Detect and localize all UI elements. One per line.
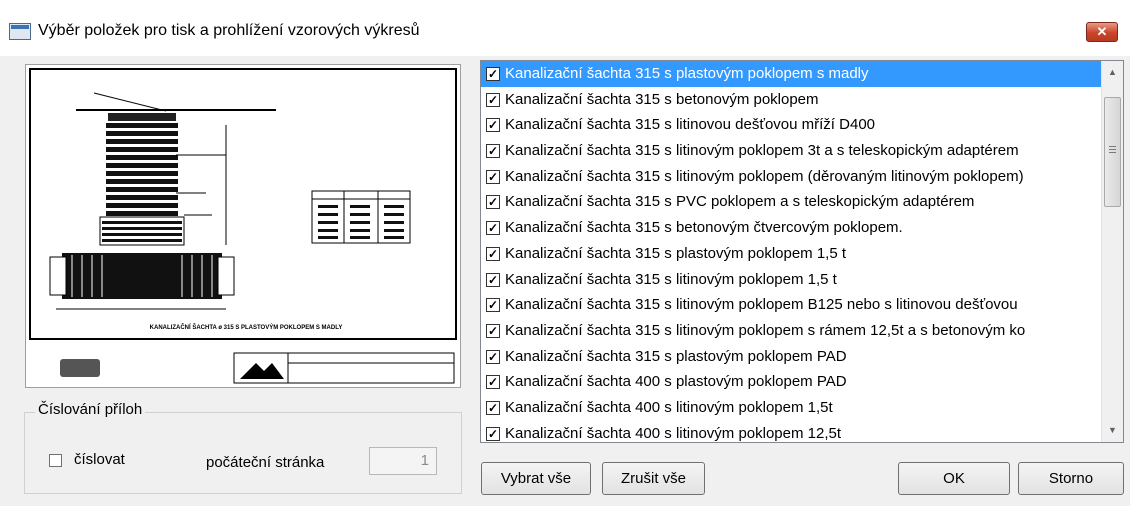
cancel-button[interactable]: Storno bbox=[1018, 462, 1124, 495]
start-page-label: počáteční stránka bbox=[206, 454, 325, 471]
start-page-input[interactable]: 1 bbox=[369, 447, 437, 475]
list-item-label: Kanalizační šachta 400 s litinovým poklo… bbox=[505, 424, 842, 442]
item-checkbox[interactable]: ✓ bbox=[486, 375, 500, 390]
list-item-label: Kanalizační šachta 315 s litinovým poklo… bbox=[505, 167, 1024, 185]
list-item[interactable]: ✓ Kanalizační šachta 315 s litinovým pokl… bbox=[481, 292, 1102, 318]
item-checkbox[interactable]: ✓ bbox=[486, 400, 500, 415]
numbering-group-label: Číslování příloh bbox=[35, 401, 146, 418]
list-item[interactable]: ✓ Kanalizační šachta 400 s litinovým pokl… bbox=[481, 421, 1102, 442]
list-item[interactable]: ✓ Kanalizační šachta 400 s plastovým pokl… bbox=[481, 369, 1102, 395]
deselect-all-button[interactable]: Zrušit vše bbox=[602, 462, 705, 495]
list-item-label: Kanalizační šachta 315 s plastovým poklo… bbox=[505, 244, 847, 262]
list-item[interactable]: ✓ Kanalizační šachta 315 s litinovým pokl… bbox=[481, 138, 1102, 164]
item-checkbox[interactable]: ✓ bbox=[486, 144, 500, 159]
list-item-label: Kanalizační šachta 315 s plastovým poklo… bbox=[505, 65, 869, 82]
list-item-label: Kanalizační šachta 400 s litinovým poklo… bbox=[505, 398, 833, 416]
list-item[interactable]: ✓ Kanalizační šachta 315 s PVC poklopem a… bbox=[481, 189, 1102, 215]
list-item-label: Kanalizační šachta 315 s litinovým poklo… bbox=[505, 296, 1018, 314]
list-item[interactable]: ✓ Kanalizační šachta 315 s litinovým pokl… bbox=[481, 164, 1102, 190]
item-checkbox[interactable]: ✓ bbox=[486, 246, 500, 261]
item-checkbox[interactable]: ✓ bbox=[486, 67, 500, 81]
item-checkbox[interactable]: ✓ bbox=[486, 323, 500, 338]
number-checkbox-label: číslovat bbox=[74, 451, 125, 468]
item-checkbox[interactable]: ✓ bbox=[486, 92, 500, 107]
list-item[interactable]: ✓ Kanalizační šachta 315 s betonovým pokl… bbox=[481, 87, 1102, 113]
drawing-caption: KANALIZAČNÍ ŠACHTA ø 315 S PLASTOVÝM POK… bbox=[150, 323, 343, 331]
drawing-item-list[interactable]: ✓ Kanalizační šachta 315 s plastovým pokl… bbox=[480, 60, 1124, 443]
list-item[interactable]: ✓ Kanalizační šachta 315 s litinovou dešť… bbox=[481, 112, 1102, 138]
manhole-drawing: KANALIZAČNÍ ŠACHTA ø 315 S PLASTOVÝM POK… bbox=[29, 68, 457, 384]
list-item-label: Kanalizační šachta 315 s litinovým poklo… bbox=[505, 142, 1019, 160]
list-item-label: Kanalizační šachta 400 s plastovým poklo… bbox=[505, 373, 847, 391]
item-checkbox[interactable]: ✓ bbox=[486, 118, 500, 133]
list-item-label: Kanalizační šachta 315 s litinovým poklo… bbox=[505, 270, 837, 288]
item-checkbox[interactable]: ✓ bbox=[486, 221, 500, 236]
list-item[interactable]: ✓ Kanalizační šachta 315 s plastovým pokl… bbox=[481, 241, 1102, 267]
item-checkbox[interactable]: ✓ bbox=[486, 298, 500, 313]
list-item-label: Kanalizační šachta 315 s litinovou dešťo… bbox=[505, 116, 875, 134]
item-checkbox[interactable]: ✓ bbox=[486, 426, 500, 441]
list-scrollbar[interactable]: ▲ ▼ bbox=[1101, 61, 1123, 442]
list-item[interactable]: ✓ Kanalizační šachta 315 s plastovým pokl… bbox=[481, 61, 1102, 87]
close-button[interactable]: ✕ bbox=[1086, 22, 1118, 42]
list-item-label: Kanalizační šachta 315 s betonovým čtver… bbox=[505, 219, 903, 237]
number-checkbox[interactable] bbox=[49, 454, 62, 467]
close-x-icon: ✕ bbox=[1096, 24, 1108, 39]
window-title: Výběr položek pro tisk a prohlížení vzor… bbox=[38, 22, 420, 39]
list-item[interactable]: ✓ Kanalizační šachta 315 s plastovým pokl… bbox=[481, 344, 1102, 370]
list-item-label: Kanalizační šachta 315 s PVC poklopem a … bbox=[505, 193, 975, 211]
item-checkbox[interactable]: ✓ bbox=[486, 169, 500, 184]
item-checkbox[interactable]: ✓ bbox=[486, 195, 500, 210]
drawing-preview: KANALIZAČNÍ ŠACHTA ø 315 S PLASTOVÝM POK… bbox=[25, 64, 461, 388]
list-item[interactable]: ✓ Kanalizační šachta 315 s betonovým čtve… bbox=[481, 215, 1102, 241]
scroll-down-icon[interactable]: ▼ bbox=[1102, 421, 1123, 439]
list-item[interactable]: ✓ Kanalizační šachta 315 s litinovým pokl… bbox=[481, 318, 1102, 344]
scroll-up-icon[interactable]: ▲ bbox=[1102, 63, 1123, 81]
window-app-icon bbox=[9, 23, 31, 40]
list-item-label: Kanalizační šachta 315 s plastovým poklo… bbox=[505, 347, 847, 365]
item-checkbox[interactable]: ✓ bbox=[486, 272, 500, 287]
list-item[interactable]: ✓ Kanalizační šachta 400 s litinovým pokl… bbox=[481, 395, 1102, 421]
select-all-button[interactable]: Vybrat vše bbox=[481, 462, 591, 495]
list-item-label: Kanalizační šachta 315 s litinovým poklo… bbox=[505, 321, 1026, 339]
item-checkbox[interactable]: ✓ bbox=[486, 349, 500, 364]
scroll-thumb[interactable] bbox=[1104, 97, 1121, 207]
list-item-label: Kanalizační šachta 315 s betonovým poklo… bbox=[505, 90, 819, 108]
list-item[interactable]: ✓ Kanalizační šachta 315 s litinovým pokl… bbox=[481, 267, 1102, 293]
ok-button[interactable]: OK bbox=[898, 462, 1010, 495]
title-bar: Výběr položek pro tisk a prohlížení vzor… bbox=[0, 0, 1130, 56]
